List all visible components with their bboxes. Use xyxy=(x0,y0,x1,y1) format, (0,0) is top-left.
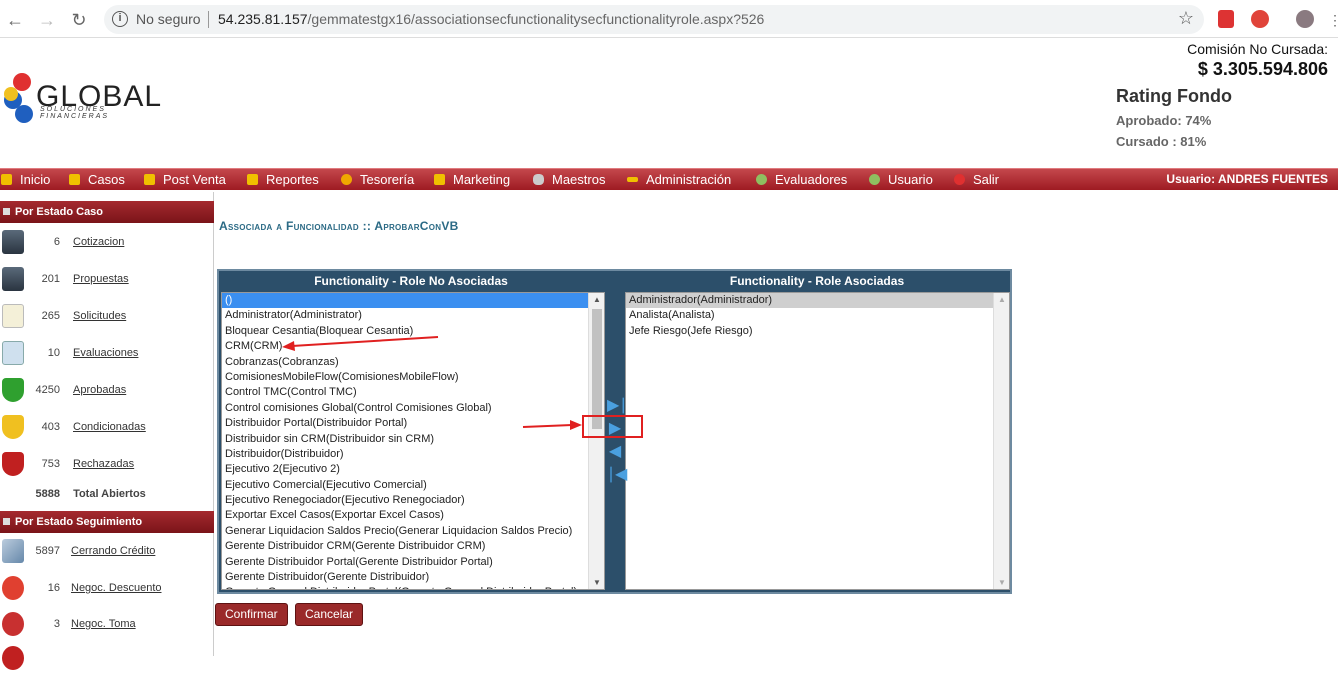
annotation-arrow-head xyxy=(282,341,295,351)
annotation-arrow-line xyxy=(291,336,439,347)
annotation-arrow-line xyxy=(522,424,573,428)
annotation-highlight-box xyxy=(582,415,643,438)
annotation-arrow-head xyxy=(570,420,582,430)
annotation-overlay xyxy=(282,336,582,430)
